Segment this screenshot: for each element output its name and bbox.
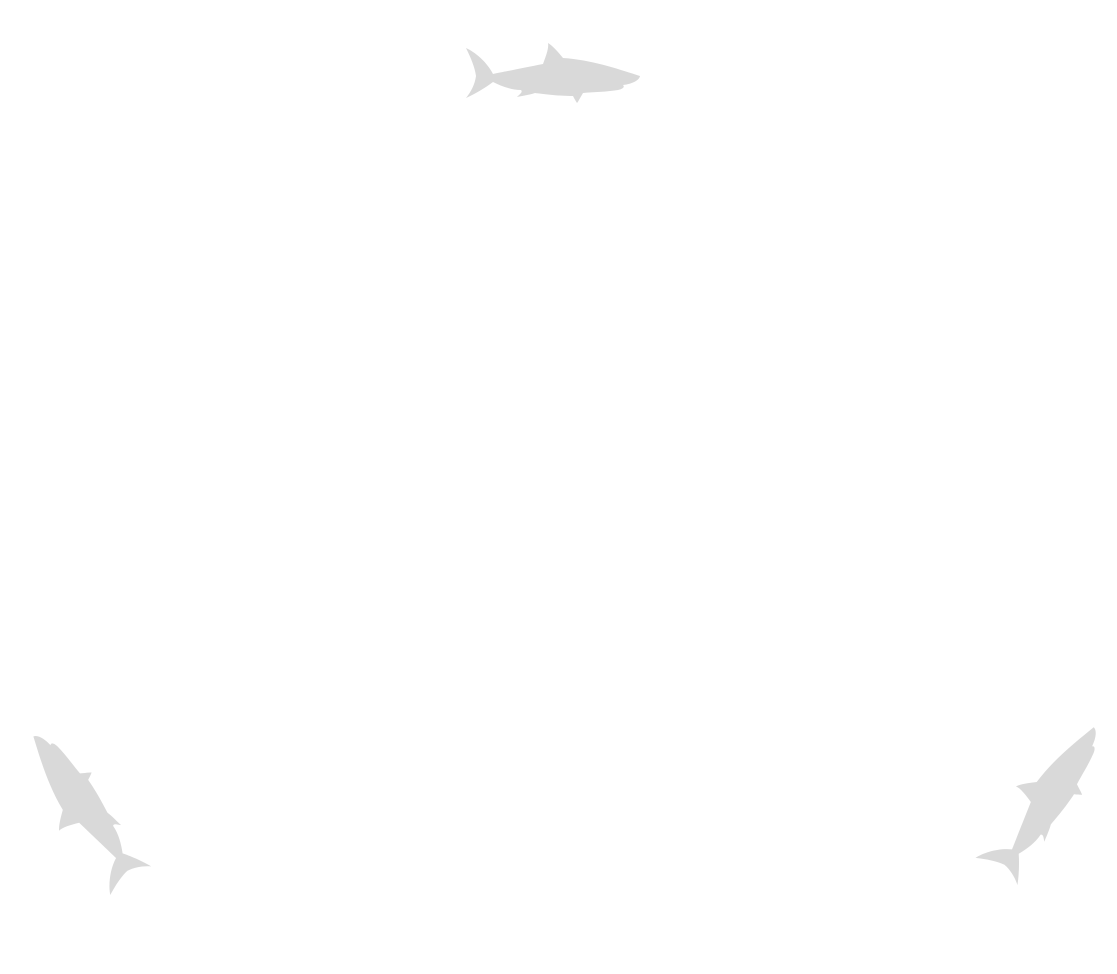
shark-bottom-left bbox=[2, 718, 158, 902]
shark-scene bbox=[0, 0, 1117, 974]
shark-bottom-right bbox=[967, 705, 1117, 891]
shark-icon bbox=[975, 727, 1096, 886]
shark-top bbox=[463, 40, 643, 104]
shark-icon bbox=[33, 735, 152, 896]
shark-icon bbox=[466, 43, 640, 103]
